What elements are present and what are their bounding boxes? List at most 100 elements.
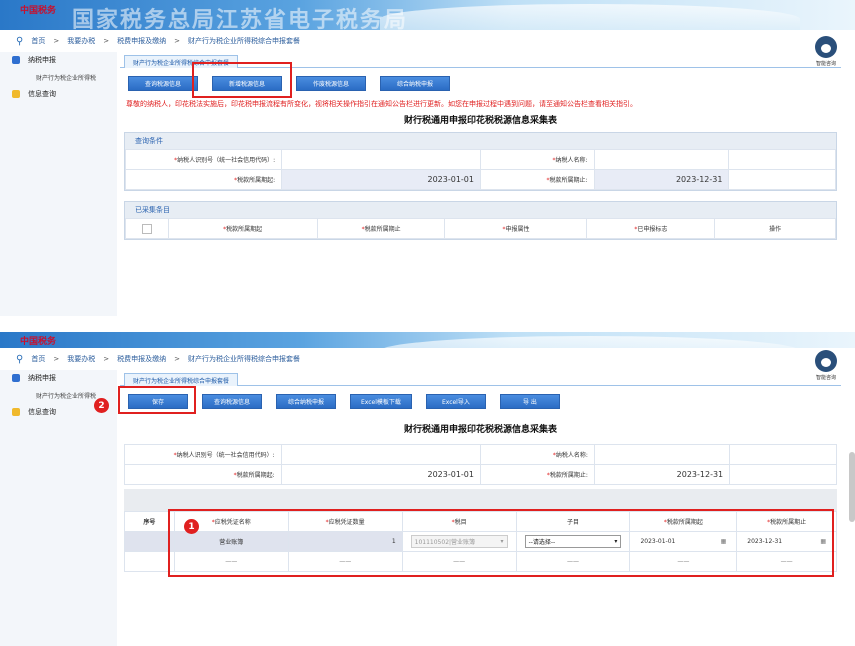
- period-end-field[interactable]: 2023-12-31: [593, 169, 730, 190]
- form-title: 财行税通用申报印花税税源信息采集表: [403, 425, 557, 435]
- column-header: *税款所属期止: [316, 218, 446, 239]
- taxpayer-id-value: [281, 149, 481, 170]
- breadcrumb-item-home[interactable]: 首页: [31, 36, 45, 46]
- export-button[interactable]: 导 出: [499, 393, 560, 409]
- collected-panel-heading: 已采集条目: [125, 202, 836, 218]
- query-panel: 查询条件 *纳税人识别号（统一社会信用代码）: *纳税人名称: *税款所属期起:…: [124, 132, 837, 191]
- taxpayer-name-value: [593, 149, 730, 170]
- query-source-button[interactable]: 查询税源信息: [202, 393, 262, 409]
- assistant-avatar-icon[interactable]: [815, 350, 837, 372]
- taxpayer-name-value: [593, 444, 731, 465]
- tab-combined-declaration[interactable]: 财产行为税企业所得税综合申报套餐: [124, 373, 239, 386]
- void-source-button[interactable]: 作废税源信息: [296, 75, 366, 91]
- site-banner: 中国税务 国家税务总局江苏省电子税务局: [0, 0, 855, 30]
- chat-icon: [12, 90, 20, 98]
- main-content: 财产行为税企业所得税综合申报套餐 保存 查询税源信息 综合纳税申报 Excel模…: [118, 372, 841, 646]
- select-all-cell: [125, 218, 169, 239]
- tax-logo: 中国税务: [20, 6, 57, 16]
- empty-cell: [728, 169, 836, 190]
- period-end-label: *税款所属期止:: [479, 169, 595, 190]
- breadcrumb-separator: >: [103, 355, 110, 363]
- main-content: 财产行为税企业所得税综合申报套餐 查询税源信息 新增税源信息 作废税源信息 综合…: [120, 54, 841, 316]
- period-start-value: 2023-01-01: [280, 464, 481, 485]
- tab-strip: 财产行为税企业所得税综合申报套餐: [120, 372, 841, 386]
- breadcrumb-item-declare[interactable]: 税费申报及缴纳: [117, 354, 166, 364]
- column-header: *已申报标志: [586, 218, 716, 239]
- site-title: 国家税务总局江苏省电子税务局: [72, 7, 409, 30]
- taxpayer-id-label: *纳税人识别号（统一社会信用代码）:: [124, 444, 282, 465]
- sidebar-item-tax-declare[interactable]: 纳税申报: [0, 52, 117, 68]
- document-icon: [12, 374, 20, 382]
- period-start-label: *税款所属期起:: [124, 464, 282, 485]
- sidebar-item-label: 信息查询: [28, 408, 56, 416]
- breadcrumb-item-tax[interactable]: 我要办税: [67, 354, 95, 364]
- highlight-box-detail-fields: [168, 509, 834, 577]
- breadcrumb-separator: >: [174, 37, 180, 45]
- combined-declare-button[interactable]: 综合纳税申报: [380, 75, 450, 91]
- breadcrumb-separator: >: [103, 37, 110, 45]
- vertical-scrollbar[interactable]: [849, 452, 855, 522]
- toolbar: 保存 查询税源信息 综合纳税申报 Excel模板下载 Excel导入 导 出: [118, 386, 841, 416]
- detail-toolbar-bar: [124, 489, 837, 511]
- breadcrumb-separator: >: [174, 355, 180, 363]
- query-source-button[interactable]: 查询税源信息: [128, 75, 198, 91]
- column-header: *申报属性: [444, 218, 588, 239]
- highlight-box-save-button: [118, 386, 196, 414]
- highlight-box-add-button: [192, 62, 292, 98]
- query-form-table: *纳税人识别号（统一社会信用代码）: *纳税人名称: *税款所属期起: 2023…: [124, 149, 836, 190]
- sidebar-item-label: 信息查询: [28, 90, 56, 98]
- sidebar-item-label: 纳税申报: [28, 56, 56, 64]
- screenshot-2: 中国税务 ⚲ 首页 > 我要办税 > 税费申报及缴纳 > 财产行为税企业所得税综…: [0, 332, 855, 646]
- breadcrumb-item-current: 财产行为税企业所得税综合申报套餐: [187, 355, 300, 363]
- sidebar-item-tax-declare[interactable]: 纳税申报: [0, 370, 117, 386]
- excel-template-download-button[interactable]: Excel模板下载: [350, 393, 412, 409]
- breadcrumb-separator: >: [53, 37, 60, 45]
- sidebar: 纳税申报 财产行为税企业所得税 信息查询: [0, 52, 117, 316]
- breadcrumb-item-home[interactable]: 首页: [31, 354, 45, 364]
- banner-mountain-graphic: [380, 4, 800, 30]
- empty-cell: [729, 444, 837, 465]
- taxpayer-name-label: *纳税人名称:: [479, 444, 595, 465]
- empty-cell: [124, 551, 175, 572]
- excel-import-button[interactable]: Excel导入: [425, 393, 486, 409]
- empty-cell: [728, 149, 836, 170]
- breadcrumb-item-current: 财产行为税企业所得税综合申报套餐: [187, 37, 300, 45]
- tax-logo: 中国税务: [20, 337, 57, 347]
- breadcrumb-item-declare[interactable]: 税费申报及缴纳: [117, 36, 166, 46]
- notice-text: 尊敬的纳税人，印花税法实施后，印花税申报流程有所变化，视将相关操作指引在通知公告…: [126, 100, 637, 108]
- breadcrumb: ⚲ 首页 > 我要办税 > 税费申报及缴纳 > 财产行为税企业所得税综合申报套餐: [0, 32, 855, 50]
- period-end-value: 2023-12-31: [593, 464, 731, 485]
- collected-table: *税款所属期起 *税款所属期止 *申报属性 *已申报标志 操作: [125, 218, 836, 239]
- empty-cell: [729, 464, 837, 485]
- breadcrumb: ⚲ 首页 > 我要办税 > 税费申报及缴纳 > 财产行为税企业所得税综合申报套餐: [0, 350, 855, 368]
- screenshot-1: 中国税务 国家税务总局江苏省电子税务局 ⚲ 首页 > 我要办税 > 税费申报及缴…: [0, 0, 855, 316]
- banner-mountain-graphic: [380, 336, 800, 348]
- select-all-checkbox[interactable]: [141, 223, 152, 234]
- step-badge-1: 1: [184, 519, 199, 534]
- document-icon: [12, 56, 20, 64]
- column-header: *税款所属期起: [167, 218, 318, 239]
- breadcrumb-item-tax[interactable]: 我要办税: [67, 36, 95, 46]
- collected-panel: 已采集条目 *税款所属期起 *税款所属期止 *申报属性 *已申报标志 操作: [124, 201, 837, 240]
- taxpayer-id-value: [280, 444, 481, 465]
- step-badge-2: 2: [94, 398, 109, 413]
- detail-area: 序号 *应税凭证名称 *应税凭证数量 *税目 子目 *税款所属期起 *税款所属期…: [124, 509, 837, 577]
- location-pin-icon: ⚲: [16, 35, 24, 47]
- breadcrumb-separator: >: [53, 355, 60, 363]
- sidebar-subitem[interactable]: 财产行为税企业所得税: [0, 68, 117, 86]
- period-end-label: *税款所属期止:: [479, 464, 595, 485]
- combined-declare-button[interactable]: 综合纳税申报: [276, 393, 336, 409]
- site-banner: 中国税务: [0, 332, 855, 348]
- location-pin-icon: ⚲: [16, 353, 24, 365]
- chat-icon: [12, 408, 20, 416]
- query-panel-heading: 查询条件: [125, 133, 836, 149]
- toolbar: 查询税源信息 新增税源信息 作废税源信息 综合纳税申报: [120, 62, 841, 98]
- period-start-field[interactable]: 2023-01-01: [281, 169, 481, 190]
- column-header: 操作: [714, 218, 836, 239]
- taxpayer-id-label: *纳税人识别号（统一社会信用代码）:: [124, 149, 283, 170]
- row-number-header: 序号: [124, 511, 175, 532]
- period-start-label: *税款所属期起:: [124, 169, 283, 190]
- form-title: 财行税通用申报印花税税源信息采集表: [403, 116, 557, 126]
- sidebar-item-label: 纳税申报: [28, 374, 56, 382]
- sidebar-item-info-query[interactable]: 信息查询: [0, 86, 117, 102]
